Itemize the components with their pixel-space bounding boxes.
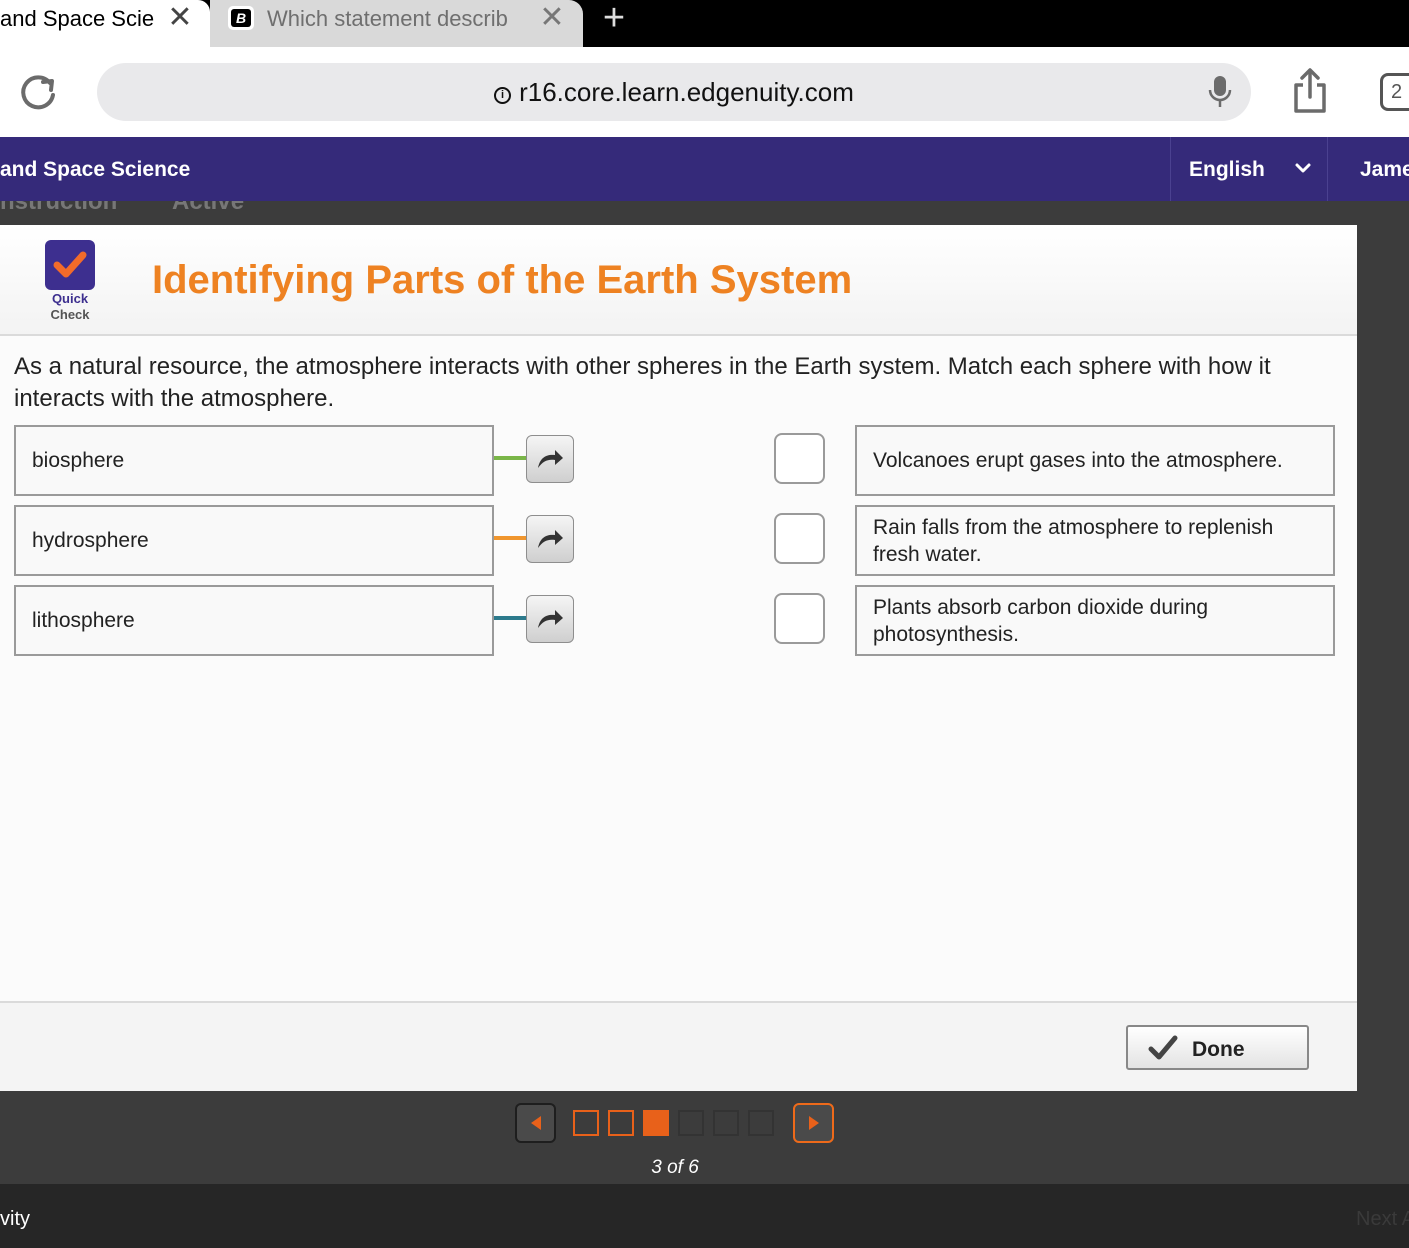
quick-check-icon (45, 240, 95, 290)
browser-tab-active[interactable]: and Space Scie ✕ (0, 0, 210, 47)
curved-arrow-icon (538, 610, 563, 628)
page-title: Identifying Parts of the Earth System (152, 258, 853, 302)
breadcrumb: nstruction Active (0, 201, 1409, 225)
match-target-box[interactable] (774, 433, 825, 484)
page-indicator-3[interactable] (643, 1110, 669, 1136)
match-source-biosphere[interactable]: biosphere (14, 425, 494, 496)
match-answer-volcanoes: Volcanoes erupt gases into the atmospher… (855, 425, 1335, 496)
right-gutter (1357, 201, 1409, 1091)
done-button[interactable]: Done (1126, 1025, 1309, 1070)
question-prompt: As a natural resource, the atmosphere in… (14, 353, 1271, 412)
tab-close-icon[interactable]: ✕ (538, 3, 566, 33)
match-target-box[interactable] (774, 513, 825, 564)
checkmark-icon (1148, 1035, 1178, 1060)
drag-arrow-button[interactable] (526, 595, 574, 643)
activity-nav-bar: vity Next A (0, 1184, 1409, 1248)
previous-page-button[interactable] (515, 1103, 556, 1143)
tab-close-icon[interactable]: ✕ (166, 3, 194, 33)
address-bar[interactable]: i r16.core.learn.edgenuity.com (97, 63, 1251, 121)
browser-toolbar: i r16.core.learn.edgenuity.com 2 (0, 47, 1409, 137)
match-answer-rain: Rain falls from the atmosphere to replen… (855, 505, 1335, 576)
match-source-lithosphere[interactable]: lithosphere (14, 585, 494, 656)
app-header: and Space Science English Jame (0, 137, 1409, 201)
page-indicator-4[interactable] (678, 1110, 704, 1136)
next-page-button[interactable] (793, 1103, 834, 1143)
activity-panel: Quick Check Identifying Parts of the Ear… (0, 225, 1357, 1091)
triangle-right-icon (808, 1116, 819, 1130)
brainly-favicon-icon: B (228, 6, 254, 30)
tab-count-button[interactable]: 2 (1380, 73, 1409, 111)
url-text: r16.core.learn.edgenuity.com (519, 77, 854, 107)
triangle-left-icon (530, 1116, 541, 1130)
match-connector-teal (494, 616, 526, 620)
browser-tab-inactive[interactable]: B Which statement describ ✕ (210, 0, 583, 47)
chevron-down-icon (1295, 163, 1311, 173)
match-source-hydrosphere[interactable]: hydrosphere (14, 505, 494, 576)
previous-activity-link[interactable]: vity (0, 1208, 30, 1231)
breadcrumb-status: Active (172, 201, 245, 215)
microphone-icon[interactable] (1208, 74, 1232, 110)
drag-arrow-button[interactable] (526, 435, 574, 483)
reload-icon[interactable] (16, 71, 60, 115)
checkmark-icon (53, 251, 87, 278)
activity-header: Quick Check Identifying Parts of the Ear… (0, 225, 1357, 336)
breadcrumb-instruction[interactable]: nstruction (0, 201, 117, 216)
page-indicator-6[interactable] (748, 1110, 774, 1136)
language-label: English (1189, 158, 1265, 181)
page-indicator-2[interactable] (608, 1110, 634, 1136)
user-name[interactable]: Jame (1360, 158, 1409, 182)
next-activity-link[interactable]: Next A (1356, 1208, 1409, 1231)
curved-arrow-icon (538, 530, 563, 548)
browser-tab-strip: and Space Scie ✕ B Which statement descr… (0, 0, 1409, 47)
language-selector[interactable]: English (1170, 137, 1328, 201)
tab-title: Which statement describ (267, 6, 508, 31)
new-tab-icon[interactable]: + (596, 0, 632, 39)
drag-arrow-button[interactable] (526, 515, 574, 563)
match-connector-orange (494, 536, 526, 540)
curved-arrow-icon (538, 450, 563, 468)
match-connector-green (494, 456, 526, 460)
course-title: and Space Science (0, 158, 191, 181)
match-target-box[interactable] (774, 593, 825, 644)
activity-footer: Done (0, 1001, 1357, 1091)
tab-title: and Space Scie (0, 6, 155, 31)
match-answer-plants: Plants absorb carbon dioxide during phot… (855, 585, 1335, 656)
quick-check-label: Quick Check (50, 291, 90, 322)
page-count: 3 of 6 (651, 1157, 699, 1178)
page-indicator-5[interactable] (713, 1110, 739, 1136)
page-indicator-1[interactable] (573, 1110, 599, 1136)
site-info-icon[interactable]: i (494, 87, 512, 104)
share-icon[interactable] (1290, 67, 1330, 115)
